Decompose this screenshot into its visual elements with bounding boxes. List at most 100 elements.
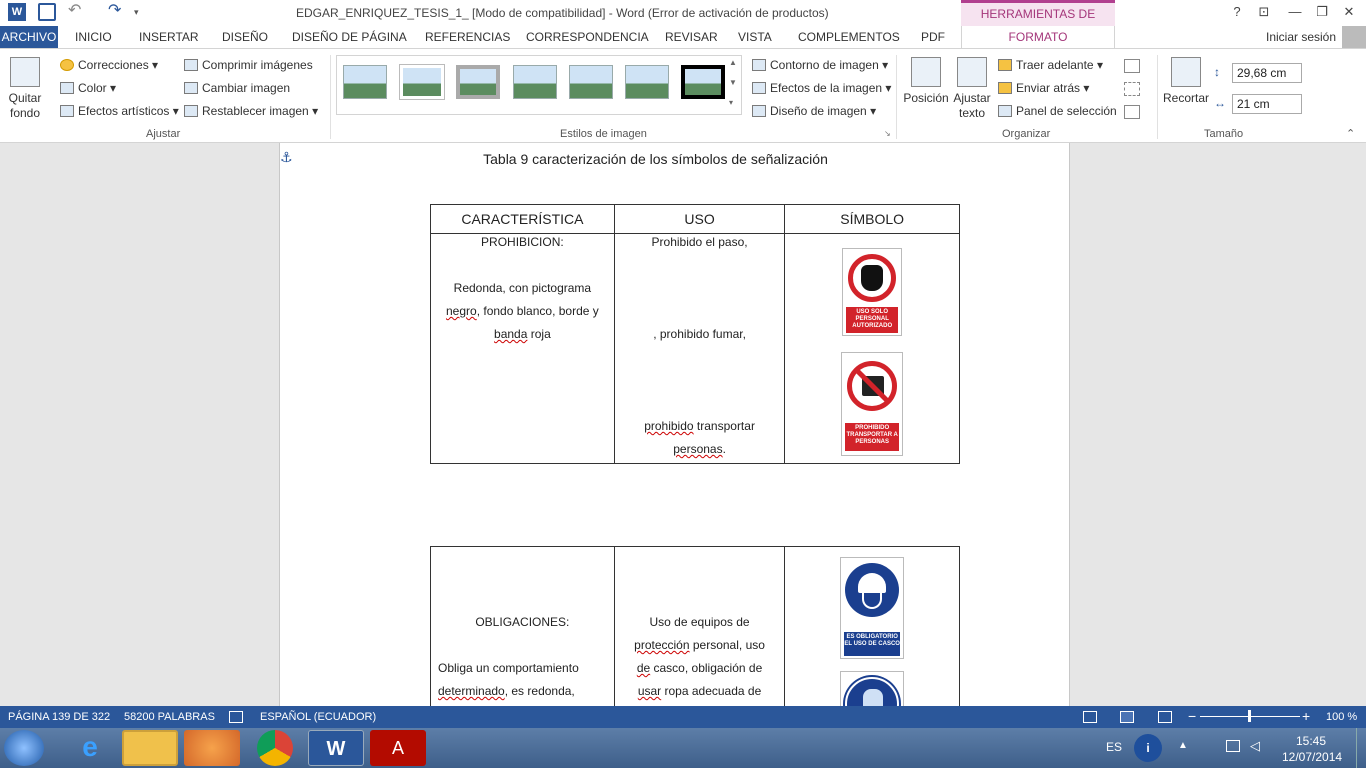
tab-complementos[interactable]: COMPLEMENTOS [798, 30, 900, 44]
spell-error-prohibido[interactable]: prohibido [644, 419, 693, 433]
web-layout-icon[interactable] [1158, 711, 1172, 723]
width-input[interactable]: 21 cm [1232, 94, 1302, 114]
use-cell[interactable]: Prohibido el paso, , prohibido fumar, pr… [613, 233, 786, 464]
style-thumb-3[interactable] [456, 65, 500, 99]
tab-inicio[interactable]: INICIO [75, 30, 112, 44]
send-backward-button[interactable]: Enviar atrás ▾ [998, 81, 1089, 95]
customize-qat-icon[interactable]: ▾ [134, 3, 152, 21]
close-button[interactable]: ✕ [1338, 3, 1360, 21]
tab-archivo[interactable]: ARCHIVO [0, 26, 58, 48]
align-icon[interactable] [1124, 59, 1140, 73]
sign-no-transport-persons[interactable]: PROHIBIDO TRANSPORTAR A PERSONAS [841, 352, 904, 456]
chrome-icon[interactable] [257, 730, 293, 766]
crop-button[interactable]: Recortar [1162, 57, 1210, 106]
save-icon[interactable] [38, 3, 56, 21]
style-thumb-5[interactable] [569, 65, 613, 99]
picture-layout-button[interactable]: Diseño de imagen ▾ [752, 104, 876, 118]
remove-background-button[interactable]: Quitar fondo [4, 57, 46, 121]
zoom-out-button[interactable]: − [1188, 708, 1196, 724]
show-desktop-button[interactable] [1356, 728, 1366, 768]
word-taskbar-icon[interactable]: W [308, 730, 364, 766]
action-center-icon[interactable]: i [1134, 734, 1162, 762]
picture-border-button[interactable]: Contorno de imagen ▾ [752, 58, 888, 72]
volume-icon[interactable]: ◁ [1250, 738, 1260, 754]
spell-error-proteccion[interactable]: protección [634, 638, 689, 652]
spell-error-personas[interactable]: personas [673, 442, 722, 456]
symbol-cell[interactable]: ES OBLIGATORIO EL USO DE CASCO [784, 546, 960, 706]
characteristic-cell[interactable]: PROHIBICION: Redonda, con pictograma neg… [430, 233, 615, 464]
spell-error-banda[interactable]: banda [494, 327, 527, 341]
selection-pane-button[interactable]: Panel de selección [998, 104, 1117, 118]
tab-correspondencia[interactable]: CORRESPONDENCIA [526, 30, 649, 44]
help-button[interactable]: ? [1226, 3, 1248, 21]
proofing-icon[interactable] [229, 711, 243, 723]
show-hidden-icons[interactable]: ▲ [1178, 740, 1188, 751]
gallery-more-arrow[interactable]: ▾ [729, 98, 733, 107]
gallery-up-arrow[interactable]: ▲ [729, 58, 737, 67]
characteristic-cell[interactable]: OBLIGACIONES: Obliga un comportamiento d… [430, 546, 615, 706]
tab-pdf[interactable]: PDF [921, 30, 945, 44]
acrobat-icon[interactable]: A [370, 730, 426, 766]
tab-diseno[interactable]: DISEÑO [222, 30, 268, 44]
tab-diseno-pagina[interactable]: DISEÑO DE PÁGINA [292, 30, 407, 44]
gallery-down-arrow[interactable]: ▼ [729, 78, 737, 87]
zoom-level[interactable]: 100 % [1326, 711, 1357, 723]
picture-styles-gallery[interactable]: ▲ ▼ ▾ [336, 55, 742, 115]
print-layout-icon[interactable] [1120, 711, 1134, 723]
page-count[interactable]: PÁGINA 139 DE 322 [8, 711, 110, 723]
wrap-text-button[interactable]: Ajustar texto [952, 57, 992, 121]
color-button[interactable]: Color ▾ [60, 81, 116, 95]
height-input[interactable]: 29,68 cm [1232, 63, 1302, 83]
tab-formato[interactable]: FORMATO [961, 26, 1115, 48]
internet-explorer-icon[interactable]: e [62, 730, 118, 766]
use-cell[interactable]: Uso de equipos de protección personal, u… [613, 546, 786, 706]
sign-in-link[interactable]: Iniciar sesión [1266, 30, 1336, 44]
file-explorer-icon[interactable] [122, 730, 178, 766]
ribbon-display-button[interactable]: ⊡ [1253, 3, 1275, 21]
start-button[interactable] [4, 730, 44, 766]
maximize-button[interactable]: ❐ [1311, 3, 1333, 21]
style-thumb-1[interactable] [343, 65, 387, 99]
bring-forward-button[interactable]: Traer adelante ▾ [998, 58, 1103, 72]
rotate-icon[interactable] [1124, 105, 1140, 119]
sign-gloves-mandatory[interactable] [840, 671, 905, 706]
tab-referencias[interactable]: REFERENCIAS [425, 30, 510, 44]
clock-time[interactable]: 15:45 [1296, 734, 1326, 748]
spell-error-de[interactable]: de [637, 661, 650, 675]
artistic-effects-button[interactable]: Efectos artísticos ▾ [60, 104, 179, 118]
sign-helmet-mandatory[interactable]: ES OBLIGATORIO EL USO DE CASCO [840, 557, 905, 659]
undo-icon[interactable]: ↶ [68, 3, 86, 21]
language-indicator[interactable]: ESPAÑOL (ECUADOR) [260, 711, 376, 723]
tab-revisar[interactable]: REVISAR [665, 30, 718, 44]
spell-error-usar[interactable]: usar [638, 684, 661, 698]
picture-effects-button[interactable]: Efectos de la imagen ▾ [752, 81, 891, 95]
document-page[interactable]: ⚓ Tabla 9 caracterización de los símbolo… [279, 143, 1070, 706]
symbol-cell[interactable]: USO SOLO PERSONAL AUTORIZADO PROHIBIDO T… [784, 233, 960, 464]
zoom-slider-thumb[interactable] [1248, 710, 1251, 722]
keyboard-language[interactable]: ES [1106, 740, 1122, 754]
media-player-icon[interactable] [184, 730, 240, 766]
tab-insertar[interactable]: INSERTAR [139, 30, 199, 44]
redo-icon[interactable]: ↷ [108, 3, 126, 21]
minimize-button[interactable]: — [1284, 3, 1306, 21]
tab-vista[interactable]: VISTA [738, 30, 772, 44]
spell-error-negro[interactable]: negro [446, 304, 477, 318]
read-mode-icon[interactable] [1083, 711, 1097, 723]
zoom-in-button[interactable]: + [1302, 708, 1310, 724]
position-button[interactable]: Posición [902, 57, 950, 106]
word-count[interactable]: 58200 PALABRAS [124, 711, 215, 723]
style-thumb-2[interactable] [400, 65, 444, 99]
clock-date[interactable]: 12/07/2014 [1282, 750, 1342, 764]
style-thumb-4[interactable] [513, 65, 557, 99]
group-icon[interactable] [1124, 82, 1140, 96]
word-app-icon[interactable]: W [8, 3, 26, 21]
reset-picture-button[interactable]: Restablecer imagen ▾ [184, 104, 318, 118]
style-thumb-7[interactable] [681, 65, 725, 99]
compress-pictures-button[interactable]: Comprimir imágenes [184, 58, 313, 72]
style-thumb-6[interactable] [625, 65, 669, 99]
sign-authorized-personnel-only[interactable]: USO SOLO PERSONAL AUTORIZADO [842, 248, 903, 336]
collapse-ribbon-icon[interactable]: ⌃ [1346, 127, 1355, 140]
network-icon[interactable] [1226, 740, 1240, 752]
avatar[interactable] [1342, 26, 1366, 48]
estilos-dialog-launcher-icon[interactable]: ↘ [884, 129, 891, 138]
